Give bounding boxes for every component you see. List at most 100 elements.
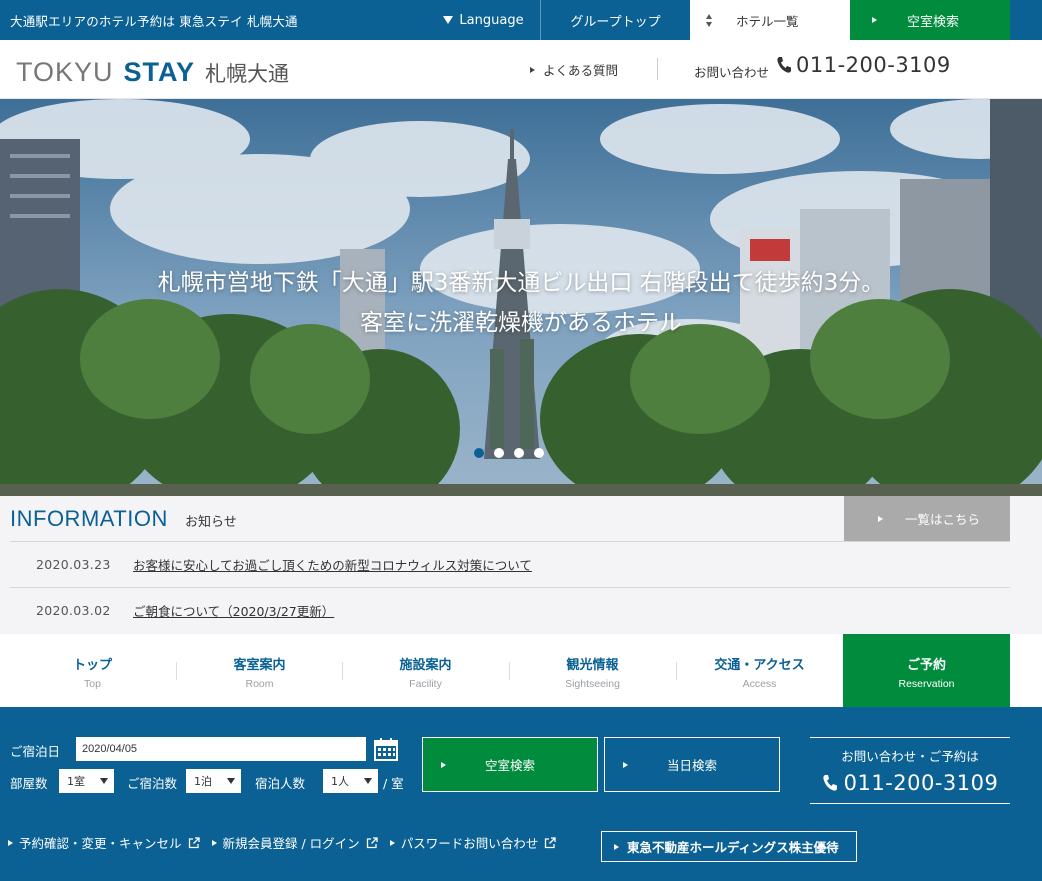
member-register-label: 新規会員登録 / ログイン	[222, 836, 360, 851]
slider-dot[interactable]	[474, 448, 484, 458]
arrow-right-icon	[614, 843, 619, 850]
nights-value: 1泊	[194, 775, 212, 788]
nav-label-en: Room	[245, 678, 274, 690]
site-tagline: 大通駅エリアのホテル予約は 東急ステイ 札幌大通	[10, 14, 298, 29]
faq-label: よくある質問	[543, 63, 619, 78]
arrow-right-icon	[8, 839, 13, 846]
slider-dots	[474, 448, 544, 458]
faq-link[interactable]: よくある質問	[530, 60, 618, 79]
header-divider	[657, 58, 658, 80]
hero-caption-line2: 客室に洗濯乾燥機があるホテル	[360, 310, 682, 336]
logo-tokyu: TOKYU	[16, 57, 114, 87]
nav-label-en: Access	[742, 678, 777, 690]
arrow-right-icon	[530, 66, 535, 73]
booking-phone[interactable]: 011-200-3109	[810, 771, 1010, 795]
shareholder-benefit-button[interactable]: 東急不動産ホールディングス株主優待	[601, 831, 857, 862]
header-phone[interactable]: 011-200-3109	[776, 53, 951, 77]
slider-dot[interactable]	[494, 448, 504, 458]
news-item: 2020.03.23 お客様に安心してお過ごし頂くための新型コロナウィルス対策に…	[10, 541, 1010, 587]
language-selector[interactable]: Language	[428, 0, 539, 40]
member-register-link[interactable]: 新規会員登録 / ログイン	[211, 833, 378, 852]
vacancy-search-button[interactable]: 空室検索	[850, 0, 1010, 40]
search-vacancy-label: 空室検索	[484, 758, 535, 773]
search-vacancy-button[interactable]: 空室検索	[422, 737, 598, 792]
nav-item-sightseeing[interactable]: 観光情報 Sightseeing	[509, 634, 676, 707]
guests-select[interactable]: 1人	[323, 769, 378, 793]
hero-slider: 札幌市営地下鉄「大通」駅3番新大通ビル出口 右階段出て徒歩約3分。 客室に洗濯乾…	[0, 99, 1042, 496]
hotel-list-dropdown[interactable]: ホテル一覧	[690, 0, 850, 40]
slider-dot[interactable]	[534, 448, 544, 458]
booking-panel: ご宿泊日 部屋数 1室 ご宿泊数 1泊 宿泊人数 1人 / 室 空室検索 当日検…	[0, 707, 1042, 881]
information-section: INFORMATION お知らせ 一覧はこちら 2020.03.23 お客様に安…	[0, 496, 1042, 634]
nav-label-jp: 交通・アクセス	[714, 658, 805, 673]
checkin-date-input[interactable]	[76, 737, 366, 761]
same-day-search-button[interactable]: 当日検索	[604, 737, 780, 792]
group-top-link[interactable]: グループトップ	[540, 0, 690, 40]
top-bar: 大通駅エリアのホテル予約は 東急ステイ 札幌大通 Language グループトッ…	[0, 0, 1042, 40]
nights-select[interactable]: 1泊	[186, 769, 241, 793]
nav-item-access[interactable]: 交通・アクセス Access	[676, 634, 843, 707]
site-header: TOKYU STAY 札幌大通 よくある質問 お問い合わせ 011-200-31…	[0, 40, 1042, 99]
sort-arrows-icon	[706, 13, 712, 27]
arrow-right-icon	[872, 17, 877, 23]
language-label: Language	[459, 12, 524, 28]
external-link-icon	[545, 836, 556, 848]
arrow-right-icon	[878, 515, 883, 522]
nav-label-jp: トップ	[72, 658, 112, 673]
arrow-right-icon	[623, 762, 628, 768]
rooms-select[interactable]: 1室	[59, 769, 114, 793]
slider-dot[interactable]	[514, 448, 524, 458]
password-inquiry-link[interactable]: パスワードお問い合わせ	[389, 833, 557, 852]
hotel-list-label: ホテル一覧	[736, 13, 799, 29]
rooms-value: 1室	[67, 775, 85, 788]
shareholder-benefit-label: 東急不動産ホールディングス株主優待	[627, 840, 839, 855]
reservation-manage-link[interactable]: 予約確認・変更・キャンセル	[8, 833, 200, 852]
information-list-button[interactable]: 一覧はこちら	[844, 496, 1010, 541]
checkin-label: ご宿泊日	[10, 744, 61, 759]
logo-stay: STAY	[123, 57, 196, 87]
hotel-logo[interactable]: TOKYU STAY 札幌大通	[16, 57, 289, 88]
header-phone-number: 011-200-3109	[796, 53, 951, 77]
nav-label-en: Top	[84, 678, 101, 690]
rooms-label: 部屋数	[10, 776, 48, 791]
external-link-icon	[366, 836, 378, 848]
nav-label-jp: 施設案内	[399, 658, 452, 673]
reservation-manage-label: 予約確認・変更・キャンセル	[19, 836, 182, 851]
news-item: 2020.03.02 ご朝食について（2020/3/27更新）	[10, 587, 1010, 633]
nav-item-reservation[interactable]: ご予約 Reservation	[843, 634, 1010, 707]
nav-label-jp: 観光情報	[566, 658, 619, 673]
nav-item-facility[interactable]: 施設案内 Facility	[342, 634, 509, 707]
caret-down-icon	[100, 778, 108, 784]
nav-item-top[interactable]: トップ Top	[9, 634, 176, 707]
password-inquiry-label: パスワードお問い合わせ	[400, 836, 539, 851]
booking-links: 予約確認・変更・キャンセル 新規会員登録 / ログイン パスワードお問い合わせ	[8, 833, 568, 852]
calendar-icon[interactable]	[374, 737, 398, 761]
nav-label-en: Facility	[409, 678, 442, 690]
main-nav: トップ Top 客室案内 Room 施設案内 Facility 観光情報 Sig…	[0, 634, 1042, 707]
nav-label-jp: ご予約	[906, 658, 946, 673]
nav-label-en: Sightseeing	[565, 678, 620, 690]
news-link[interactable]: お客様に安心してお過ごし頂くための新型コロナウィルス対策について	[133, 555, 532, 574]
information-title: INFORMATION	[10, 506, 168, 531]
per-room-label: / 室	[383, 776, 404, 791]
hero-image	[0, 99, 1042, 496]
hero-caption-line1: 札幌市営地下鉄「大通」駅3番新大通ビル出口 右階段出て徒歩約3分。	[157, 270, 885, 296]
logo-city: 札幌大通	[205, 62, 290, 86]
group-top-label: グループトップ	[570, 14, 661, 30]
external-link-icon	[188, 836, 200, 848]
guests-value: 1人	[331, 775, 349, 788]
information-list-label: 一覧はこちら	[905, 512, 981, 527]
caret-down-icon	[227, 778, 235, 784]
nav-label-en: Reservation	[898, 678, 955, 690]
same-day-search-label: 当日検索	[666, 758, 717, 773]
nav-item-room[interactable]: 客室案内 Room	[176, 634, 343, 707]
nights-label: ご宿泊数	[127, 776, 178, 791]
news-link[interactable]: ご朝食について（2020/3/27更新）	[133, 601, 334, 620]
vacancy-search-label: 空室検索	[907, 14, 960, 30]
news-date: 2020.03.02	[36, 603, 111, 618]
arrow-right-icon	[389, 839, 395, 846]
news-date: 2020.03.23	[36, 557, 111, 572]
arrow-right-icon	[211, 839, 217, 846]
booking-phone-number: 011-200-3109	[843, 771, 999, 795]
information-subtitle: お知らせ	[185, 515, 237, 530]
